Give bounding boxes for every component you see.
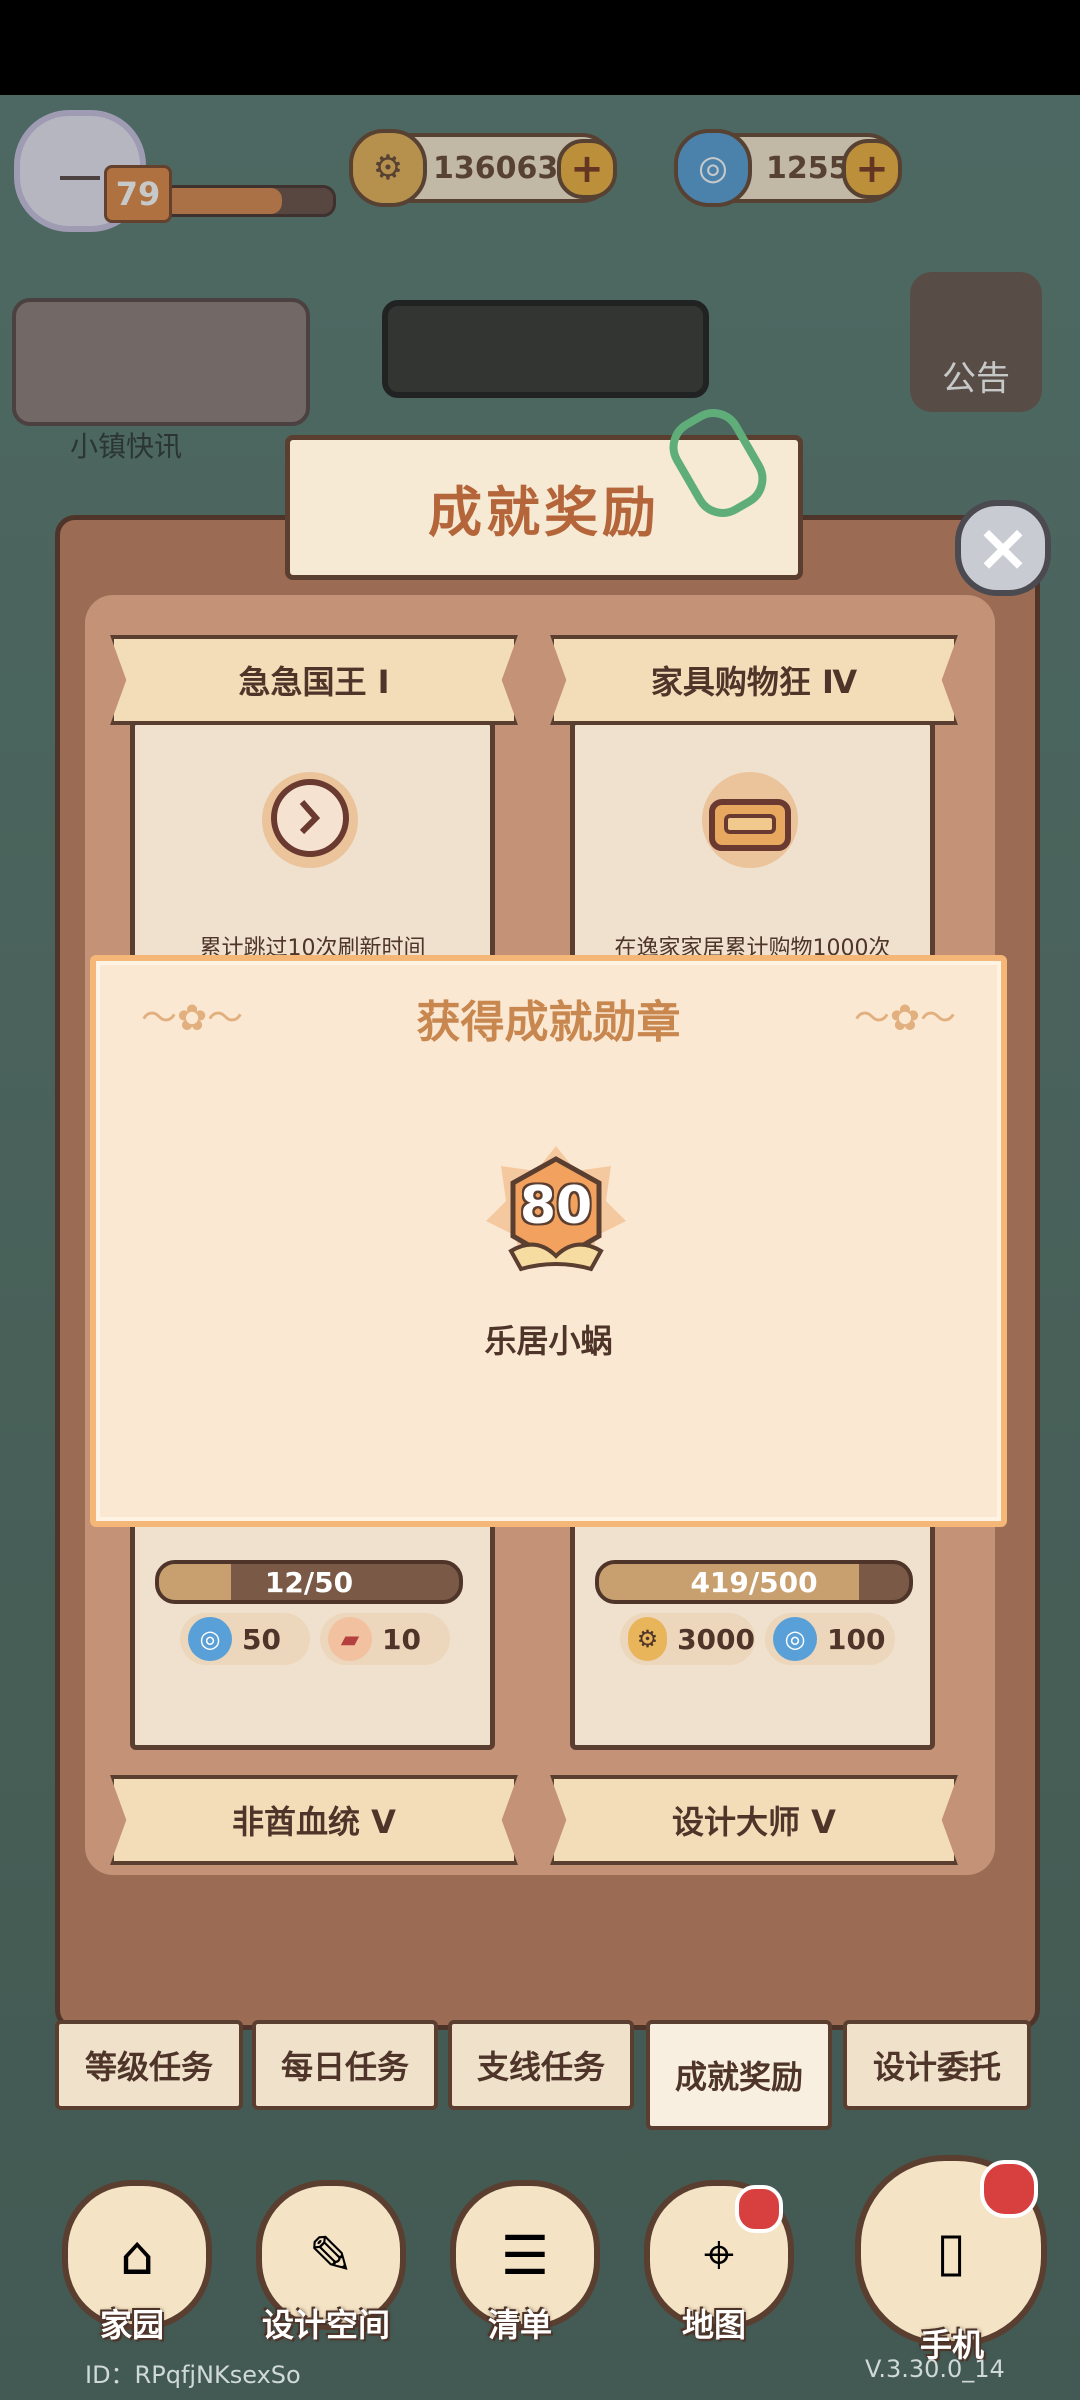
medal-name: 乐居小蜗 bbox=[484, 1322, 613, 1360]
coin-icon: ⚙ bbox=[628, 1617, 668, 1661]
phone-icon: ▯ bbox=[936, 2219, 966, 2283]
progress-fill bbox=[159, 1564, 231, 1600]
map-pin-icon: ⌖ bbox=[703, 2223, 735, 2286]
progress-text: 12/50 bbox=[264, 1565, 354, 1599]
reward-amount: 100 bbox=[827, 1622, 886, 1656]
reward-item: ⚙ 3000 bbox=[620, 1613, 755, 1665]
swirl-icon: ◎ bbox=[773, 1617, 817, 1661]
clock-icon bbox=[262, 772, 358, 868]
achievement-card-4: 419/500 ⚙ 3000 ◎ 100 bbox=[570, 1500, 935, 1750]
nav-label: 地图 bbox=[681, 2306, 746, 2344]
tab-achievements[interactable]: 成就奖励 bbox=[646, 2020, 832, 2130]
reward-item: ▰ 10 bbox=[320, 1613, 450, 1665]
reward-amount: 50 bbox=[242, 1622, 281, 1656]
reward-amount: 10 bbox=[382, 1622, 421, 1656]
app-version: V.3.30.0_14 bbox=[865, 2355, 1005, 2383]
achievement-title-5: 非酋血统 Ⅴ bbox=[110, 1775, 518, 1865]
ticket-icon: ▰ bbox=[328, 1617, 372, 1661]
achievement-title-2: 家具购物狂 Ⅳ bbox=[550, 635, 958, 725]
home-icon: ⌂ bbox=[119, 2223, 155, 2287]
achievement-title-6: 设计大师 Ⅴ bbox=[550, 1775, 958, 1865]
nav-label: 家园 bbox=[99, 2306, 164, 2344]
design-icon: ✎ bbox=[308, 2223, 354, 2287]
achievement-title-1: 急急国王 Ⅰ bbox=[110, 635, 518, 725]
notification-dot bbox=[980, 2160, 1038, 2218]
status-bar bbox=[0, 0, 1080, 95]
achievement-progress: 419/500 bbox=[595, 1560, 913, 1604]
reward-item: ◎ 100 bbox=[765, 1613, 895, 1665]
close-button[interactable]: × bbox=[955, 500, 1051, 596]
player-id: ID：RPqfjNKsexSo bbox=[85, 2361, 301, 2389]
nav-label: 清单 bbox=[487, 2306, 552, 2344]
nav-label: 设计空间 bbox=[261, 2306, 390, 2344]
tab-level-tasks[interactable]: 等级任务 bbox=[55, 2020, 243, 2110]
tab-daily-tasks[interactable]: 每日任务 bbox=[252, 2020, 438, 2110]
list-icon: ☰ bbox=[500, 2223, 550, 2287]
swirl-icon: ◎ bbox=[188, 1617, 232, 1661]
reward-amount: 3000 bbox=[677, 1622, 755, 1656]
achievement-card-3: 12/50 ◎ 50 ▰ 10 bbox=[130, 1500, 495, 1750]
reward-item: ◎ 50 bbox=[180, 1613, 310, 1665]
medal-value: 80 bbox=[519, 1176, 593, 1236]
achievement-medal-modal: 〜✿〜 〜✿〜 获得成就勋章 80 乐居小蜗 bbox=[90, 955, 1007, 1527]
tab-side-tasks[interactable]: 支线任务 bbox=[448, 2020, 634, 2110]
modal-title: 获得成就勋章 bbox=[416, 997, 681, 1048]
achievement-card-1: 累计跳过10次刷新时间 bbox=[130, 720, 495, 970]
notification-dot bbox=[735, 2185, 783, 2233]
achievement-card-2: 在逸家家居累计购物1000次 bbox=[570, 720, 935, 970]
achievement-progress: 12/50 bbox=[155, 1560, 463, 1604]
tab-design-commissions[interactable]: 设计委托 bbox=[843, 2020, 1031, 2110]
progress-text: 419/500 bbox=[690, 1565, 818, 1599]
sofa-icon bbox=[702, 772, 798, 868]
